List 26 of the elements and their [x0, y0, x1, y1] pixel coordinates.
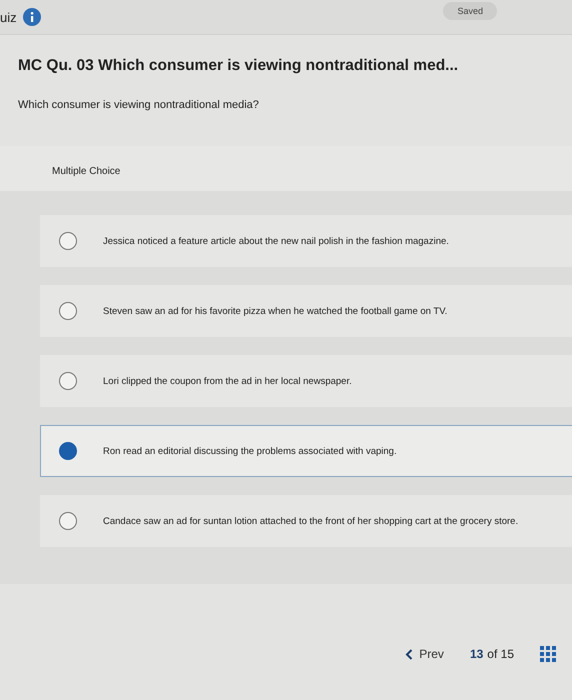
- option-text: Ron read an editorial discussing the problems associated with vaping.: [103, 446, 397, 456]
- quiz-title: uiz: [0, 10, 17, 24]
- answer-option[interactable]: Lori clipped the coupon from the ad in her local newspaper.: [40, 355, 572, 407]
- info-icon[interactable]: [22, 8, 41, 26]
- radio-button[interactable]: [59, 232, 77, 250]
- answer-option[interactable]: Jessica noticed a feature article about the new nail polish in the fashion magazine.: [40, 215, 572, 267]
- radio-button[interactable]: [59, 442, 77, 460]
- chevron-left-icon: [405, 648, 414, 660]
- grid-icon[interactable]: [540, 646, 556, 662]
- radio-button[interactable]: [59, 302, 77, 320]
- question-type-label: Multiple Choice: [52, 166, 120, 177]
- answer-option[interactable]: Ron read an editorial discussing the problems associated with vaping.: [40, 425, 572, 477]
- saved-status: Saved: [443, 2, 497, 20]
- option-text: Lori clipped the coupon from the ad in her local newspaper.: [103, 376, 352, 386]
- option-text: Candace saw an ad for suntan lotion attached to the front of her shopping cart at the grocery store.: [103, 516, 518, 526]
- option-text: Jessica noticed a feature article about the new nail polish in the fashion magazine.: [103, 236, 449, 246]
- radio-button[interactable]: [59, 372, 77, 390]
- question-prompt: Which consumer is viewing nontraditional media?: [18, 99, 260, 111]
- prev-button[interactable]: Prev: [405, 647, 444, 661]
- answer-option[interactable]: Steven saw an ad for his favorite pizza when he watched the football game on TV.: [40, 285, 572, 337]
- answer-option[interactable]: Candace saw an ad for suntan lotion attached to the front of her shopping cart at the grocery store.: [40, 495, 572, 547]
- page-total: of 15: [487, 647, 514, 661]
- radio-button[interactable]: [59, 512, 77, 530]
- option-text: Steven saw an ad for his favorite pizza when he watched the football game on TV.: [103, 306, 448, 316]
- current-page: 13: [470, 647, 484, 661]
- question-title: MC Qu. 03 Which consumer is viewing nontraditional med...: [18, 57, 460, 75]
